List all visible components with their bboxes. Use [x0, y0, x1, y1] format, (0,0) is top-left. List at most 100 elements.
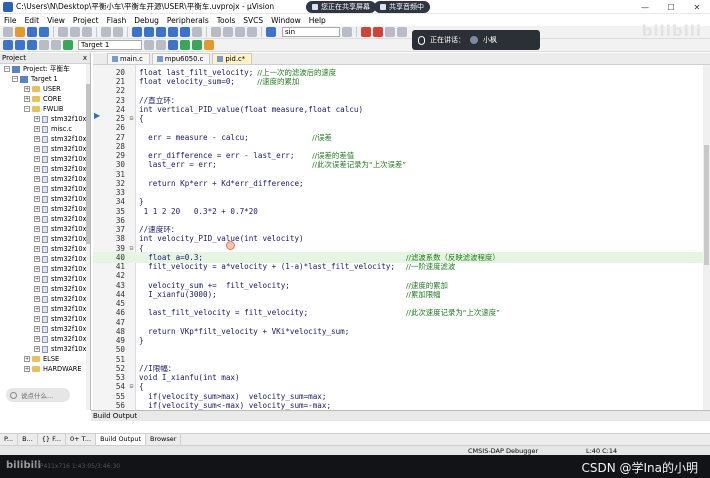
- tree-item[interactable]: + stm32f10x_: [0, 244, 90, 254]
- menu-peripherals[interactable]: Peripherals: [163, 16, 213, 25]
- menu-tools[interactable]: Tools: [213, 16, 239, 25]
- menu-flash[interactable]: Flash: [103, 16, 131, 25]
- screen-share-indicator[interactable]: 您正在共享屏幕: [306, 1, 376, 13]
- code-line[interactable]: 56 if(velocity_sum<-max) velocity_sum=-m…: [93, 400, 703, 410]
- tab-functions[interactable]: {} F...: [38, 434, 67, 445]
- menu-edit[interactable]: Edit: [21, 16, 44, 25]
- undo-icon[interactable]: [101, 27, 111, 37]
- tree-item[interactable]: + stm32f10x_: [0, 174, 90, 184]
- bookmark-icon[interactable]: [156, 27, 166, 37]
- fold-marker-icon[interactable]: ⊟: [127, 115, 136, 122]
- tree-item[interactable]: + stm32f10x_: [0, 164, 90, 174]
- expand-icon[interactable]: +: [34, 336, 40, 342]
- menu-view[interactable]: View: [43, 16, 69, 25]
- find-input[interactable]: sin: [282, 27, 340, 37]
- tree-item[interactable]: + stm32f10x_: [0, 304, 90, 314]
- tree-item[interactable]: + ELSE: [0, 354, 90, 364]
- clear-bookmarks-icon[interactable]: [192, 27, 202, 37]
- minimize-button[interactable]: —: [632, 0, 658, 14]
- menu-project[interactable]: Project: [69, 16, 103, 25]
- tab-templates[interactable]: 0+ T...: [66, 434, 97, 445]
- code-editor[interactable]: ▶ 20 float last_filt_velocity;//上一次的滤波后的速…: [93, 65, 703, 410]
- tree-item[interactable]: − Project: 平衡车: [0, 64, 90, 74]
- select-packs-icon[interactable]: [204, 40, 214, 50]
- expand-icon[interactable]: +: [34, 206, 40, 212]
- tab-mpu6050-c[interactable]: mpu6050.c: [151, 53, 211, 64]
- tab-pid-c[interactable]: pid.c*: [212, 53, 253, 64]
- expand-icon[interactable]: +: [24, 96, 30, 102]
- expand-icon[interactable]: +: [34, 226, 40, 232]
- editor-scrollbar-thumb[interactable]: [704, 145, 709, 265]
- uncomment-icon[interactable]: [247, 27, 257, 37]
- tree-item[interactable]: + stm32f10x_: [0, 264, 90, 274]
- expand-icon[interactable]: +: [34, 326, 40, 332]
- indent-icon[interactable]: [211, 27, 221, 37]
- tree-item[interactable]: + stm32f10x_: [0, 294, 90, 304]
- tab-books[interactable]: B...: [18, 434, 38, 445]
- expand-icon[interactable]: +: [34, 346, 40, 352]
- tab-browser[interactable]: Browser: [146, 434, 182, 445]
- expand-icon[interactable]: +: [34, 146, 40, 152]
- open-file-icon[interactable]: [15, 27, 25, 37]
- tree-item[interactable]: + stm32f10x_: [0, 114, 90, 124]
- expand-icon[interactable]: +: [34, 216, 40, 222]
- expand-icon[interactable]: +: [34, 136, 40, 142]
- tree-item[interactable]: + stm32f10x_: [0, 144, 90, 154]
- menu-svcs[interactable]: SVCS: [239, 16, 267, 25]
- nav-forward-icon[interactable]: [144, 27, 154, 37]
- debug-session-icon[interactable]: [361, 27, 371, 37]
- expand-icon[interactable]: +: [34, 306, 40, 312]
- expand-icon[interactable]: +: [34, 286, 40, 292]
- rebuild-icon[interactable]: [27, 40, 37, 50]
- download-icon[interactable]: [63, 40, 73, 50]
- target-select[interactable]: Target 1: [78, 40, 142, 50]
- menu-help[interactable]: Help: [305, 16, 330, 25]
- maximize-button[interactable]: ☐: [658, 0, 684, 14]
- target-options-icon[interactable]: [144, 40, 154, 50]
- expand-icon[interactable]: +: [24, 86, 30, 92]
- tree-item[interactable]: + stm32f10x_: [0, 274, 90, 284]
- new-file-icon[interactable]: [3, 27, 13, 37]
- pack-installer-icon[interactable]: [180, 40, 190, 50]
- tree-item[interactable]: − Target 1: [0, 74, 90, 84]
- project-scrollbar[interactable]: [86, 64, 90, 410]
- project-panel-close-button[interactable]: x: [83, 53, 87, 64]
- prev-bookmark-icon[interactable]: [168, 27, 178, 37]
- collapse-icon[interactable]: −: [4, 66, 10, 72]
- tree-item[interactable]: + stm32f10x_: [0, 214, 90, 224]
- expand-icon[interactable]: +: [34, 246, 40, 252]
- save-all-icon[interactable]: [39, 27, 49, 37]
- expand-icon[interactable]: +: [34, 116, 40, 122]
- find-in-files-icon[interactable]: [266, 27, 276, 37]
- expand-icon[interactable]: +: [34, 296, 40, 302]
- manage-project-icon[interactable]: [168, 40, 178, 50]
- tree-item[interactable]: + stm32f10x_: [0, 314, 90, 324]
- translate-icon[interactable]: [3, 40, 13, 50]
- batch-build-icon[interactable]: [39, 40, 49, 50]
- run-time-env-icon[interactable]: [192, 40, 202, 50]
- tree-item[interactable]: + stm32f10x_: [0, 224, 90, 234]
- expand-icon[interactable]: +: [34, 186, 40, 192]
- expand-icon[interactable]: +: [34, 196, 40, 202]
- fold-marker-icon[interactable]: ⊟: [127, 383, 136, 390]
- expand-icon[interactable]: +: [24, 356, 30, 362]
- build-icon[interactable]: [15, 40, 25, 50]
- expand-icon[interactable]: +: [34, 236, 40, 242]
- unindent-icon[interactable]: [223, 27, 233, 37]
- cut-icon[interactable]: [58, 27, 68, 37]
- save-icon[interactable]: [27, 27, 37, 37]
- find-icon[interactable]: [342, 27, 352, 37]
- nav-back-icon[interactable]: [132, 27, 142, 37]
- tree-item[interactable]: + HARDWARE: [0, 364, 90, 374]
- stop-build-icon[interactable]: [51, 40, 61, 50]
- expand-icon[interactable]: +: [34, 256, 40, 262]
- tree-item[interactable]: + stm32f10x_: [0, 334, 90, 344]
- expand-icon[interactable]: +: [34, 176, 40, 182]
- expand-icon[interactable]: +: [34, 156, 40, 162]
- expand-icon[interactable]: +: [24, 366, 30, 372]
- tree-item[interactable]: + stm32f10x_: [0, 194, 90, 204]
- tree-item[interactable]: + CORE: [0, 94, 90, 104]
- tree-item[interactable]: + stm32f10x_: [0, 254, 90, 264]
- tree-item[interactable]: + stm32f10x_: [0, 344, 90, 354]
- tree-item[interactable]: + stm32f10x_: [0, 204, 90, 214]
